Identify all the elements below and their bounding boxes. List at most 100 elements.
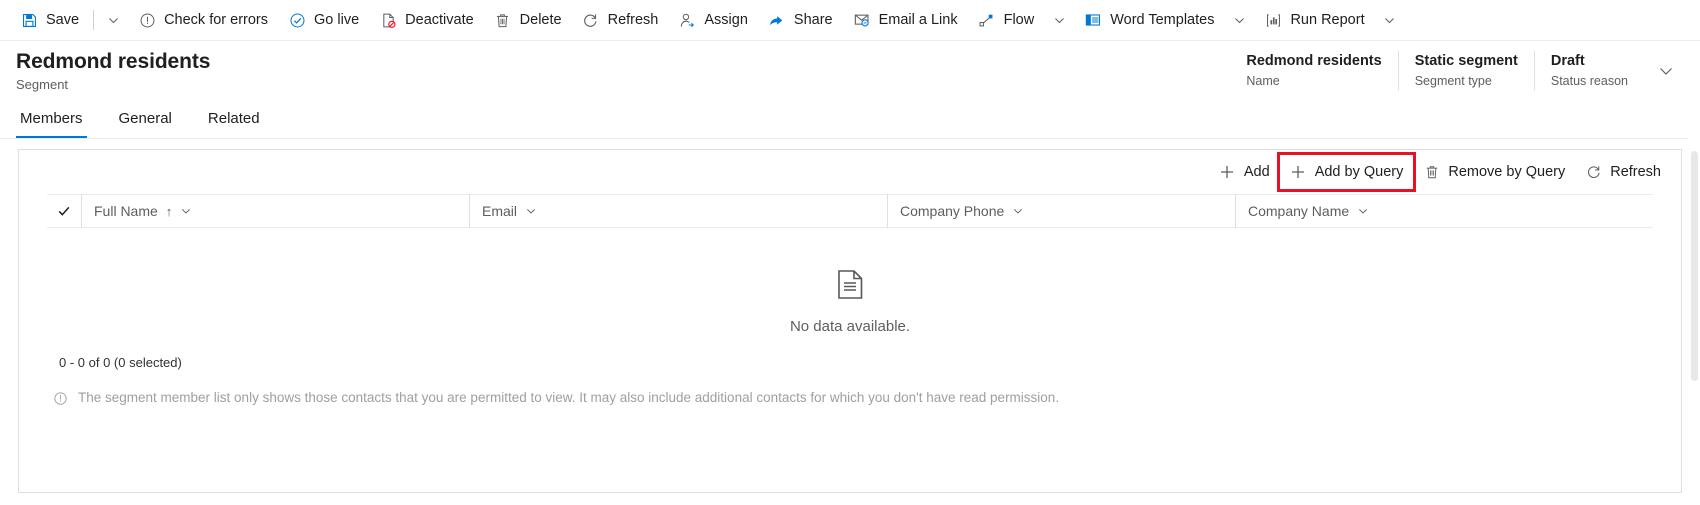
header-field-segment-type[interactable]: Static segment Segment type: [1397, 51, 1534, 90]
run-report-label: Run Report: [1290, 11, 1365, 28]
go-live-label: Go live: [314, 11, 360, 28]
email-link-icon: [853, 11, 871, 29]
deactivate-button[interactable]: Deactivate: [369, 0, 484, 41]
grid-empty-message: No data available.: [789, 318, 911, 335]
column-header-company-name-label: Company Name: [1248, 203, 1350, 219]
run-report-caret-button[interactable]: [1375, 0, 1405, 41]
delete-label: Delete: [519, 11, 562, 28]
chevron-down-icon: [108, 17, 118, 23]
chevron-down-icon[interactable]: [180, 205, 192, 217]
grid-remove-by-query-button[interactable]: Remove by Query: [1413, 155, 1575, 189]
chevron-down-icon[interactable]: [525, 205, 537, 217]
grid-add-by-query-label: Add by Query: [1314, 164, 1404, 180]
tab-related[interactable]: Related: [204, 109, 264, 138]
grid-header-row: Full Name ↑ Email Company Phone Company …: [47, 194, 1653, 228]
flow-caret-button[interactable]: [1044, 0, 1074, 41]
page-scrollbar-thumb[interactable]: [1691, 151, 1698, 381]
main-command-bar: Save Check for errors Go live Deactivate: [0, 0, 1700, 41]
refresh-icon: [1585, 164, 1602, 181]
flow-icon: [978, 11, 996, 29]
header-field-status-reason-value: Draft: [1550, 53, 1585, 69]
tab-members-label: Members: [20, 110, 83, 127]
assign-button[interactable]: Assign: [668, 0, 758, 41]
expand-header-button[interactable]: [1650, 51, 1682, 91]
grid-refresh-label: Refresh: [1610, 164, 1661, 180]
grid-add-button[interactable]: Add: [1209, 155, 1280, 189]
command-separator: [93, 10, 95, 30]
header-field-segment-type-value: Static segment: [1414, 53, 1518, 69]
page-scrollbar[interactable]: [1688, 41, 1700, 505]
check-for-errors-label: Check for errors: [164, 11, 269, 28]
record-header-fields: Redmond residents Name Static segment Se…: [1230, 51, 1682, 91]
save-button[interactable]: Save: [10, 0, 89, 41]
delete-button[interactable]: Delete: [484, 0, 572, 41]
members-subgrid-panel: Add Add by Query Remove by Query Refresh: [18, 149, 1682, 493]
refresh-label: Refresh: [607, 11, 659, 28]
word-templates-caret-button[interactable]: [1224, 0, 1254, 41]
chevron-down-icon: [1660, 68, 1672, 75]
refresh-icon: [582, 11, 600, 29]
grid-add-by-query-button[interactable]: Add by Query: [1276, 152, 1417, 192]
trash-icon: [1423, 164, 1440, 181]
share-button[interactable]: Share: [758, 0, 843, 41]
run-report-button[interactable]: Run Report: [1254, 0, 1374, 41]
chevron-down-icon: [1385, 17, 1395, 23]
go-live-button[interactable]: Go live: [278, 0, 369, 41]
column-header-company-name[interactable]: Company Name: [1235, 194, 1653, 228]
header-field-name[interactable]: Redmond residents Name: [1230, 51, 1397, 90]
deactivate-label: Deactivate: [405, 11, 474, 28]
record-header: Redmond residents Segment Redmond reside…: [0, 41, 1700, 101]
flow-button[interactable]: Flow: [968, 0, 1045, 41]
word-templates-label: Word Templates: [1110, 11, 1215, 28]
sort-ascending-icon: ↑: [165, 203, 173, 219]
header-field-status-reason-label: Status reason: [1550, 74, 1628, 88]
chevron-down-icon[interactable]: [1012, 205, 1024, 217]
email-a-link-label: Email a Link: [878, 11, 958, 28]
header-field-name-label: Name: [1246, 74, 1280, 88]
checkmark-icon: [58, 206, 70, 216]
tab-related-label: Related: [207, 110, 260, 127]
column-header-full-name-label: Full Name: [94, 203, 158, 219]
deactivate-icon: [379, 11, 397, 29]
share-icon: [768, 11, 786, 29]
email-a-link-button[interactable]: Email a Link: [843, 0, 968, 41]
tab-members[interactable]: Members: [16, 109, 87, 138]
assign-person-icon: [678, 11, 696, 29]
column-header-company-phone[interactable]: Company Phone: [887, 194, 1235, 228]
share-label: Share: [793, 11, 833, 28]
grid-footer-note-text: The segment member list only shows those…: [78, 390, 1060, 405]
grid-refresh-button[interactable]: Refresh: [1575, 155, 1671, 189]
run-report-icon: [1264, 11, 1282, 29]
tab-general-label: General: [118, 110, 172, 127]
word-templates-button[interactable]: Word Templates: [1074, 0, 1224, 41]
assign-label: Assign: [704, 11, 748, 28]
plus-icon: [1219, 164, 1236, 181]
grid-footer-note: The segment member list only shows those…: [53, 390, 1059, 409]
header-field-segment-type-label: Segment type: [1414, 74, 1492, 88]
record-tabs: Members General Related: [0, 101, 1700, 139]
word-templates-icon: [1084, 11, 1102, 29]
trash-icon: [494, 11, 512, 29]
column-header-email-label: Email: [482, 203, 518, 219]
chevron-down-icon[interactable]: [1357, 205, 1369, 217]
tab-general[interactable]: General: [115, 109, 176, 138]
app-root: Save Check for errors Go live Deactivate: [0, 0, 1700, 505]
subgrid-command-bar: Add Add by Query Remove by Query Refresh: [19, 150, 1681, 194]
info-circle-icon: [53, 391, 68, 409]
flow-label: Flow: [1003, 11, 1035, 28]
check-circle-icon: [288, 11, 306, 29]
grid-empty-state: No data available.: [19, 228, 1681, 335]
column-header-full-name[interactable]: Full Name ↑: [81, 194, 469, 228]
chevron-down-icon: [1054, 17, 1064, 23]
refresh-button[interactable]: Refresh: [572, 0, 669, 41]
save-caret-button[interactable]: [98, 0, 128, 41]
column-header-company-phone-label: Company Phone: [900, 203, 1005, 219]
check-for-errors-button[interactable]: Check for errors: [128, 0, 278, 41]
plus-icon: [1290, 164, 1307, 181]
grid-record-count: 0 - 0 of 0 (0 selected): [59, 355, 182, 370]
header-field-status-reason[interactable]: Draft Status reason: [1533, 51, 1644, 90]
grid-add-label: Add: [1243, 164, 1270, 180]
column-header-email[interactable]: Email: [469, 194, 887, 228]
select-all-checkbox[interactable]: [47, 204, 81, 218]
save-label: Save: [46, 11, 80, 28]
